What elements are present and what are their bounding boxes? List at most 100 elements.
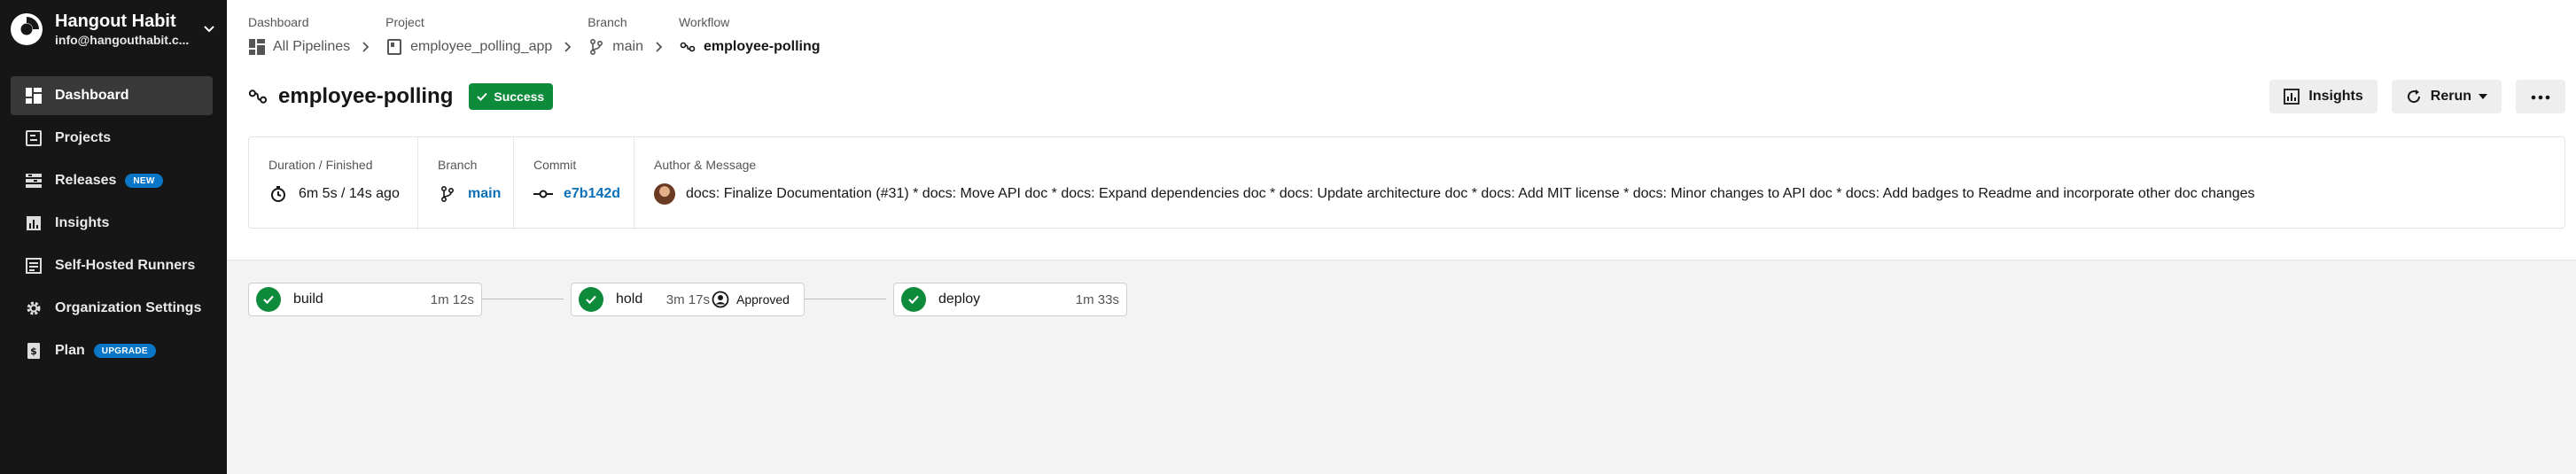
sidebar-item-label: Plan (55, 343, 85, 358)
duration-value: 6m 5s / 14s ago (299, 186, 400, 201)
insights-icon (25, 214, 43, 232)
success-check-icon (579, 287, 603, 312)
workflow-icon (679, 38, 697, 56)
sidebar-item-organization-settings[interactable]: Organization Settings (11, 289, 213, 328)
breadcrumb-value: employee-polling (703, 39, 821, 54)
sidebar-item-label: Projects (55, 130, 112, 145)
header-actions: Insights Rerun (2255, 80, 2565, 113)
upgrade-badge: UPGRADE (93, 344, 156, 358)
job-deploy[interactable]: deploy 1m 33s (893, 283, 1127, 316)
job-build[interactable]: build 1m 12s (248, 283, 482, 316)
avatar[interactable] (654, 183, 675, 205)
rerun-button[interactable]: Rerun (2391, 80, 2502, 113)
rerun-button-label: Rerun (2430, 89, 2471, 104)
caret-down-icon (2479, 94, 2487, 99)
projects-icon (25, 129, 43, 147)
approval-status: Approved (712, 291, 790, 308)
breadcrumb-branch[interactable]: Branch main (588, 14, 663, 58)
chevron-down-icon[interactable] (198, 19, 220, 40)
commit-link[interactable]: e7b142d (564, 186, 620, 202)
branch-link[interactable]: main (468, 186, 501, 202)
sidebar: Hangout Habit info@hangouthabit.c... Das… (0, 0, 227, 474)
sidebar-item-projects[interactable]: Projects (11, 119, 213, 158)
sidebar-item-plan[interactable]: $ Plan UPGRADE (11, 331, 213, 370)
author-label: Author & Message (654, 158, 757, 172)
project-icon (385, 38, 403, 56)
workflow-summary-card: Duration / Finished 6m 5s / 14s ago Bran… (248, 136, 2565, 229)
branch-label: Branch (438, 158, 478, 172)
success-check-icon (901, 287, 926, 312)
commit-section: Commit e7b142d (513, 137, 634, 229)
sidebar-item-label: Releases (55, 173, 117, 188)
user-circle-icon (712, 291, 729, 308)
plan-icon: $ (25, 342, 43, 360)
branch-icon (588, 38, 605, 56)
org-name: Hangout Habit (55, 12, 176, 31)
breadcrumb-label: Dashboard (248, 15, 309, 29)
job-name: build (293, 291, 323, 307)
author-message-section: Author & Message docs: Finalize Document… (634, 137, 2564, 229)
breadcrumb-label: Project (385, 15, 424, 29)
breadcrumb: Dashboard All Pipelines Project employee… (248, 14, 837, 58)
job-hold[interactable]: hold 3m 17s Approved (571, 283, 805, 316)
breadcrumb-value: main (612, 39, 643, 54)
org-email: info@hangouthabit.c... (55, 33, 190, 47)
pipelines-icon (248, 38, 266, 56)
runners-icon (25, 257, 43, 275)
commit-icon (533, 184, 553, 204)
job-name: hold (616, 291, 643, 307)
breadcrumb-label: Branch (588, 15, 627, 29)
more-icon (2531, 89, 2550, 105)
dashboard-icon (25, 87, 43, 105)
breadcrumb-project[interactable]: Project employee_polling_app (385, 14, 572, 58)
chevron-right-icon (361, 42, 370, 52)
breadcrumb-label: Workflow (678, 15, 730, 29)
commit-message: docs: Finalize Documentation (#31) * doc… (686, 186, 2255, 201)
branch-section: Branch main (417, 137, 513, 229)
duration-label: Duration / Finished (268, 158, 373, 172)
approval-label: Approved (736, 292, 790, 307)
chevron-right-icon (654, 42, 663, 52)
status-label: Success (494, 89, 545, 104)
sidebar-nav: Dashboard Projects Releases NEW Insights (11, 76, 213, 374)
page-title: employee-polling (278, 84, 454, 108)
success-check-icon (256, 287, 281, 312)
org-switcher[interactable]: Hangout Habit info@hangouthabit.c... (7, 7, 220, 51)
status-badge: Success (469, 83, 554, 110)
sidebar-item-releases[interactable]: Releases NEW (11, 161, 213, 200)
sidebar-item-dashboard[interactable]: Dashboard (11, 76, 213, 115)
gear-icon (25, 299, 43, 317)
job-duration: 1m 33s (1075, 291, 1119, 307)
breadcrumb-workflow[interactable]: Workflow employee-polling (679, 14, 821, 58)
insights-button-label: Insights (2308, 89, 2363, 104)
more-options-button[interactable] (2516, 80, 2565, 113)
sidebar-item-label: Dashboard (55, 88, 129, 103)
svg-text:$: $ (30, 346, 37, 357)
duration-section: Duration / Finished 6m 5s / 14s ago (249, 137, 417, 229)
insights-icon (2284, 89, 2300, 105)
commit-label: Commit (533, 158, 577, 172)
chevron-right-icon (563, 42, 572, 52)
new-badge: NEW (125, 174, 163, 188)
timer-icon (268, 184, 288, 204)
sidebar-item-insights[interactable]: Insights (11, 204, 213, 243)
workflow-graph: build 1m 12s hold 3m 17s Approved deploy… (227, 261, 2576, 474)
breadcrumb-value: All Pipelines (273, 39, 351, 54)
job-duration: 3m 17s (665, 291, 710, 307)
breadcrumb-value: employee_polling_app (410, 39, 553, 54)
sidebar-item-label: Self-Hosted Runners (55, 258, 196, 273)
job-duration: 1m 12s (430, 291, 474, 307)
workflow-title-row: employee-polling Success (248, 82, 554, 112)
rerun-icon (2406, 89, 2422, 105)
insights-button[interactable]: Insights (2269, 80, 2378, 113)
workflow-header: Dashboard All Pipelines Project employee… (227, 0, 2576, 260)
branch-icon (438, 184, 457, 204)
breadcrumb-dashboard[interactable]: Dashboard All Pipelines (248, 14, 370, 58)
sidebar-item-label: Insights (55, 215, 110, 230)
job-name: deploy (938, 291, 981, 307)
sidebar-item-runners[interactable]: Self-Hosted Runners (11, 246, 213, 285)
circleci-logo-icon (7, 10, 46, 49)
workflow-icon (248, 87, 268, 106)
sidebar-item-label: Organization Settings (55, 300, 202, 315)
releases-icon (25, 172, 43, 190)
